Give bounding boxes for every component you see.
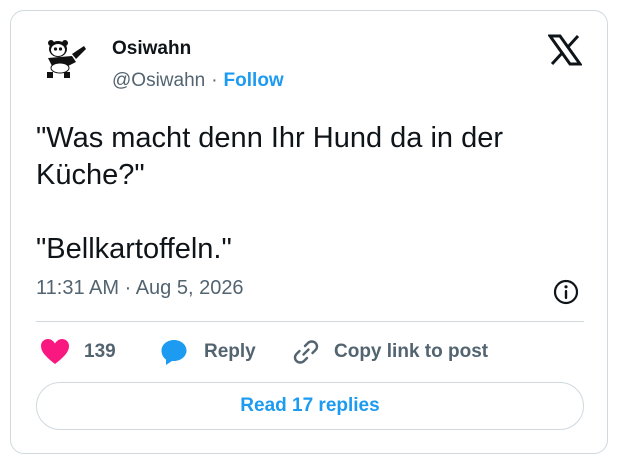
divider	[36, 321, 584, 322]
author-name[interactable]: Osiwahn	[112, 38, 191, 60]
heart-icon	[41, 339, 69, 364]
x-logo-icon[interactable]	[548, 34, 582, 66]
tweet-line: Küche?"	[36, 159, 145, 191]
follow-button[interactable]: Follow	[224, 70, 284, 91]
info-icon[interactable]	[552, 278, 580, 306]
reply-label: Reply	[204, 341, 256, 362]
author-handle[interactable]: @Osiwahn	[112, 70, 205, 91]
tweet-line: "Bellkartoffeln."	[36, 233, 232, 265]
handle-row: @Osiwahn · Follow	[112, 70, 284, 92]
copy-link-label: Copy link to post	[334, 341, 489, 362]
link-icon	[293, 340, 319, 364]
read-replies-button[interactable]: Read 17 replies	[36, 382, 584, 430]
reply-button[interactable]: Reply	[160, 336, 256, 368]
like-count: 139	[84, 341, 116, 362]
like-button[interactable]: 139	[40, 336, 116, 368]
handle-separator: ·	[211, 70, 218, 91]
copy-link-button[interactable]: Copy link to post	[292, 336, 488, 368]
panda-avatar[interactable]	[38, 32, 90, 84]
tweet-line: "Was macht denn Ihr Hund da in der	[36, 122, 504, 154]
tweet-text: "Was macht denn Ihr Hund da in der Küche…	[36, 120, 596, 268]
speech-bubble-icon	[161, 340, 187, 365]
tweet-timestamp[interactable]: 11:31 AM · Aug 5, 2026	[36, 277, 244, 300]
